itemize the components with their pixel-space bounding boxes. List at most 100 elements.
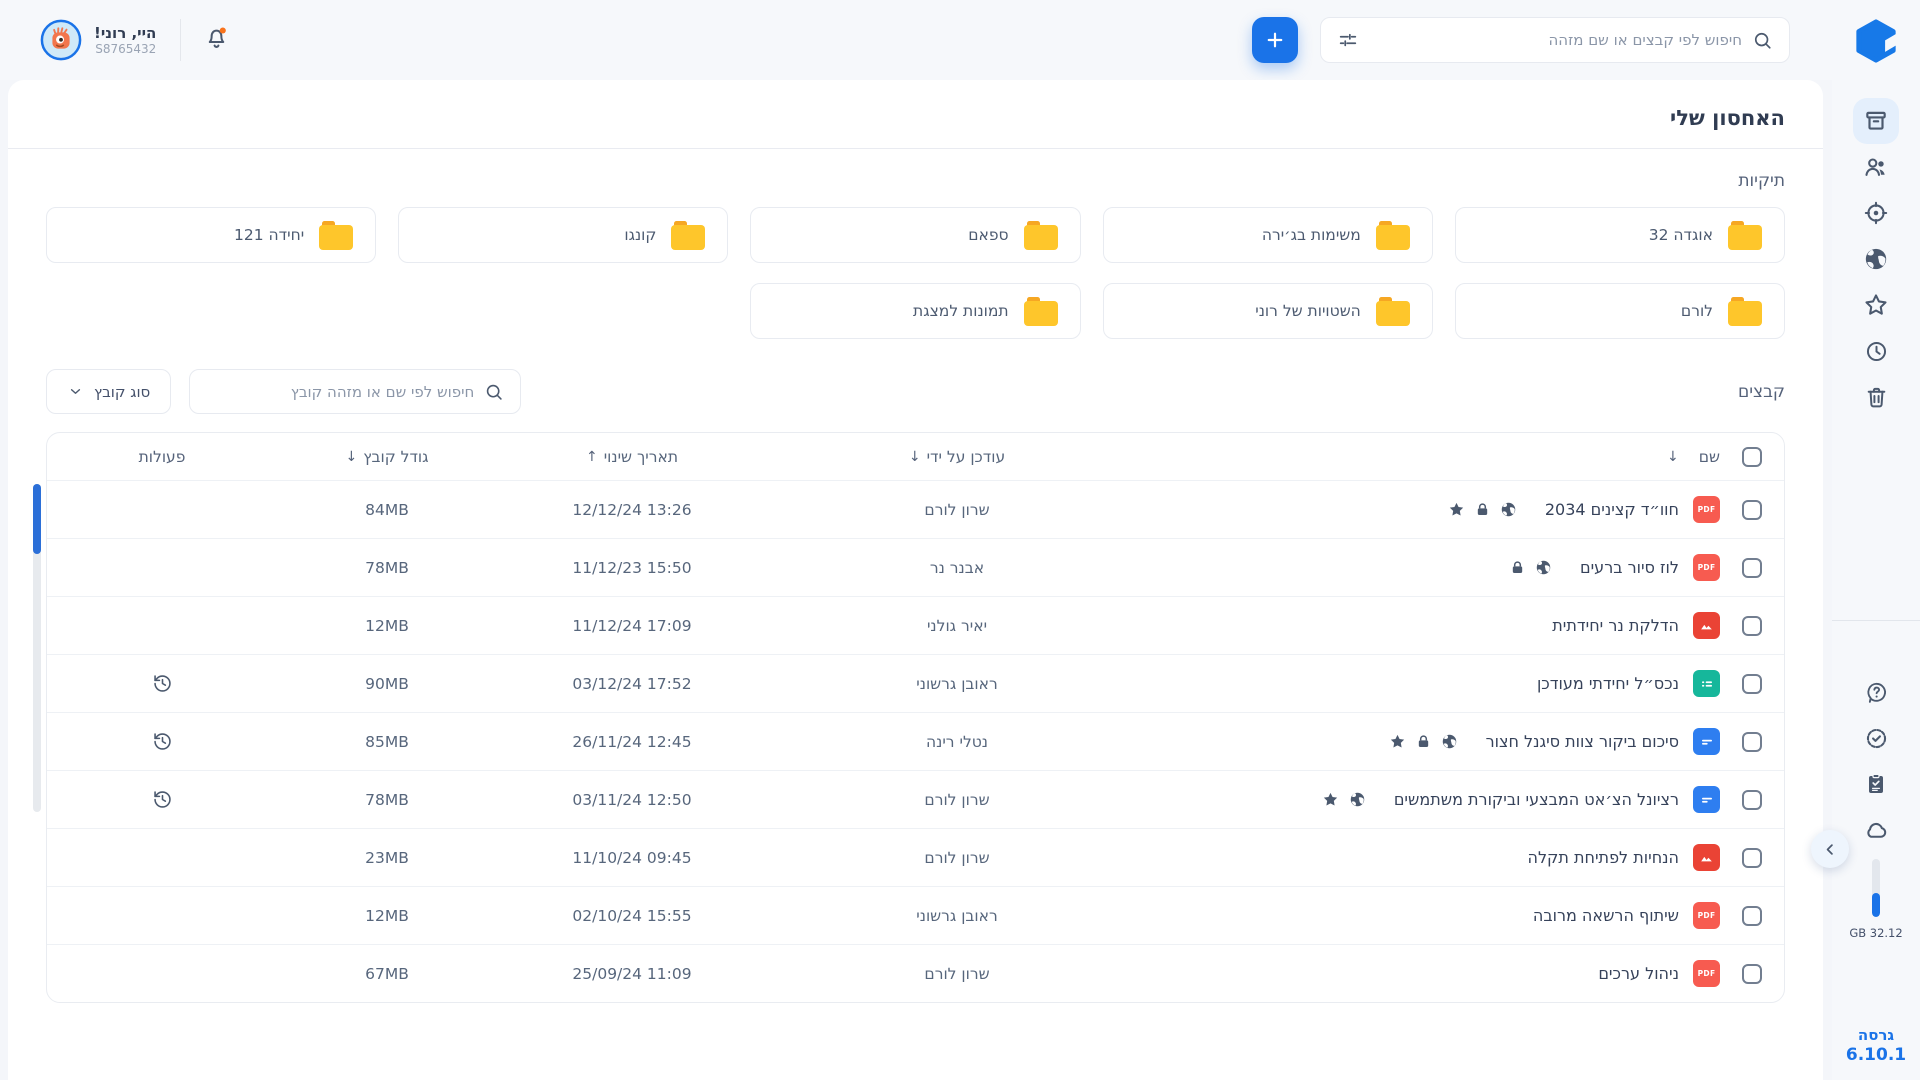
- sidebar-item-certificate[interactable]: [1853, 715, 1899, 761]
- search-icon: [1752, 30, 1773, 51]
- file-row[interactable]: PDFניהול ערכיםשרון לורם25/09/24 11:0967M…: [47, 944, 1784, 1002]
- sidebar-item-trash[interactable]: [1853, 374, 1899, 420]
- file-row[interactable]: הדלקת נר יחידתיתיאיר גולני11/12/24 17:09…: [47, 596, 1784, 654]
- file-type-doc-icon: [1693, 728, 1720, 755]
- file-row[interactable]: PDFחוו״ד קצינים 2034שרון לורם12/12/24 13…: [47, 480, 1784, 538]
- sidebar-item-target[interactable]: [1853, 190, 1899, 236]
- folder-name: ספאם: [968, 226, 1008, 244]
- notifications-button[interactable]: [203, 25, 230, 55]
- lock-icon: [1416, 734, 1431, 749]
- storage-box-icon: [1863, 108, 1889, 134]
- storage-bar-fill: [1872, 893, 1880, 917]
- file-modified-date: 02/10/24 15:55: [497, 907, 767, 925]
- file-row[interactable]: PDFשיתוף הרשאה מרובהראובן גרשוני02/10/24…: [47, 886, 1784, 944]
- file-size: 23MB: [277, 849, 497, 867]
- row-checkbox[interactable]: [1742, 964, 1762, 984]
- sidebar-item-report[interactable]: [1853, 761, 1899, 807]
- user-id: S8765432: [94, 42, 156, 56]
- folder-icon: [1024, 297, 1058, 326]
- add-new-button[interactable]: [1252, 17, 1298, 63]
- sidebar-item-storage[interactable]: [1853, 98, 1899, 144]
- column-header-size[interactable]: גודל קובץ↓: [277, 448, 497, 466]
- file-updated-by: אבנר נר: [767, 559, 1147, 577]
- global-search: [1320, 17, 1790, 63]
- files-controls: קבצים סוג קובץ: [46, 369, 1785, 414]
- row-checkbox[interactable]: [1742, 848, 1762, 868]
- file-name: לוז סיור ברעים: [1580, 558, 1679, 577]
- sidebar-collapse-button[interactable]: [1811, 830, 1849, 868]
- sidebar-item-recent[interactable]: [1853, 328, 1899, 374]
- select-all-checkbox[interactable]: [1742, 447, 1762, 467]
- folder-card[interactable]: תמונות למצגת: [750, 283, 1080, 339]
- app-logo-icon[interactable]: [1853, 18, 1899, 64]
- table-scrollbar: [33, 484, 41, 812]
- file-badges: [1448, 501, 1517, 518]
- main-column: היי, רוני! S8765432 האחסון שלי: [0, 0, 1832, 1080]
- files-table-wrap: שם↓עודכן על ידי↓תאריך שינוי↑גודל קובץ↓פע…: [46, 432, 1785, 1003]
- sidebar-item-shared-users[interactable]: [1853, 144, 1899, 190]
- version-history-button[interactable]: [152, 731, 173, 752]
- sidebar-item-help[interactable]: [1853, 669, 1899, 715]
- sidebar-item-starred[interactable]: [1853, 282, 1899, 328]
- row-checkbox[interactable]: [1742, 906, 1762, 926]
- sidebar-item-cloud-storage[interactable]: [1853, 807, 1899, 853]
- column-header-updated_by[interactable]: עודכן על ידי↓: [767, 448, 1147, 466]
- file-size: 84MB: [277, 501, 497, 519]
- file-type-filter[interactable]: סוג קובץ: [46, 369, 171, 414]
- user-greeting-block: היי, רוני! S8765432: [94, 24, 156, 56]
- version-number: 6.10.1: [1846, 1045, 1906, 1066]
- files-search-input[interactable]: [206, 383, 474, 401]
- file-row[interactable]: סיכום ביקור צוות סיגנל חצורנטלי רינה26/1…: [47, 712, 1784, 770]
- version-history-button[interactable]: [152, 789, 173, 810]
- folder-card[interactable]: ספאם: [750, 207, 1080, 263]
- scrollbar-thumb[interactable]: [33, 484, 41, 554]
- history-icon: [152, 789, 173, 810]
- file-row[interactable]: PDFלוז סיור ברעיםאבנר נר11/12/23 15:5078…: [47, 538, 1784, 596]
- files-table-body: PDFחוו״ד קצינים 2034שרון לורם12/12/24 13…: [47, 480, 1784, 1002]
- row-checkbox[interactable]: [1742, 732, 1762, 752]
- sidebar-item-public[interactable]: [1853, 236, 1899, 282]
- file-type-pdf-icon: PDF: [1693, 496, 1720, 523]
- files-search: [189, 369, 521, 414]
- search-filter-button[interactable]: [1337, 29, 1359, 51]
- history-icon: [152, 731, 173, 752]
- history-icon: [152, 673, 173, 694]
- folder-card[interactable]: יחידה 121: [46, 207, 376, 263]
- file-badges: [1510, 559, 1552, 576]
- globe-icon: [1349, 791, 1366, 808]
- file-row[interactable]: רציונל הצ׳אט המבצעי וביקורת משתמשיםשרון …: [47, 770, 1784, 828]
- row-checkbox[interactable]: [1742, 674, 1762, 694]
- globe-icon: [1441, 733, 1458, 750]
- file-updated-by: שרון לורם: [767, 501, 1147, 519]
- file-row[interactable]: נכס״ל יחידתי מעודכןראובן גרשוני03/12/24 …: [47, 654, 1784, 712]
- folder-icon: [671, 221, 705, 250]
- file-size: 78MB: [277, 791, 497, 809]
- file-type-pdf-icon: PDF: [1693, 960, 1720, 987]
- folder-card[interactable]: קונגו: [398, 207, 728, 263]
- file-row[interactable]: הנחיות לפתיחת תקלהשרון לורם11/10/24 09:4…: [47, 828, 1784, 886]
- folder-card[interactable]: לורם: [1455, 283, 1785, 339]
- lock-icon: [1510, 560, 1525, 575]
- avatar[interactable]: [40, 19, 82, 61]
- row-checkbox[interactable]: [1742, 558, 1762, 578]
- sliders-icon: [1337, 29, 1359, 51]
- file-name: חוו״ד קצינים 2034: [1545, 500, 1679, 519]
- row-checkbox[interactable]: [1742, 790, 1762, 810]
- row-checkbox[interactable]: [1742, 616, 1762, 636]
- version-history-button[interactable]: [152, 673, 173, 694]
- row-checkbox[interactable]: [1742, 500, 1762, 520]
- star-icon: [1322, 791, 1339, 808]
- files-table: שם↓עודכן על ידי↓תאריך שינוי↑גודל קובץ↓פע…: [46, 432, 1785, 1003]
- file-modified-date: 03/12/24 17:52: [497, 675, 767, 693]
- file-size: 90MB: [277, 675, 497, 693]
- column-header-modified[interactable]: תאריך שינוי↑: [497, 448, 767, 466]
- folder-card[interactable]: משימות בג׳ירה: [1103, 207, 1433, 263]
- global-search-input[interactable]: [1369, 31, 1742, 49]
- folder-card[interactable]: אוגדה 32: [1455, 207, 1785, 263]
- cloud-icon: [1863, 817, 1889, 843]
- files-heading: קבצים: [1738, 382, 1785, 402]
- help-bubble-icon: [1864, 680, 1889, 705]
- column-header-name[interactable]: שם↓: [1147, 448, 1720, 466]
- folder-name: יחידה 121: [234, 226, 304, 244]
- folder-card[interactable]: השטויות של רוני: [1103, 283, 1433, 339]
